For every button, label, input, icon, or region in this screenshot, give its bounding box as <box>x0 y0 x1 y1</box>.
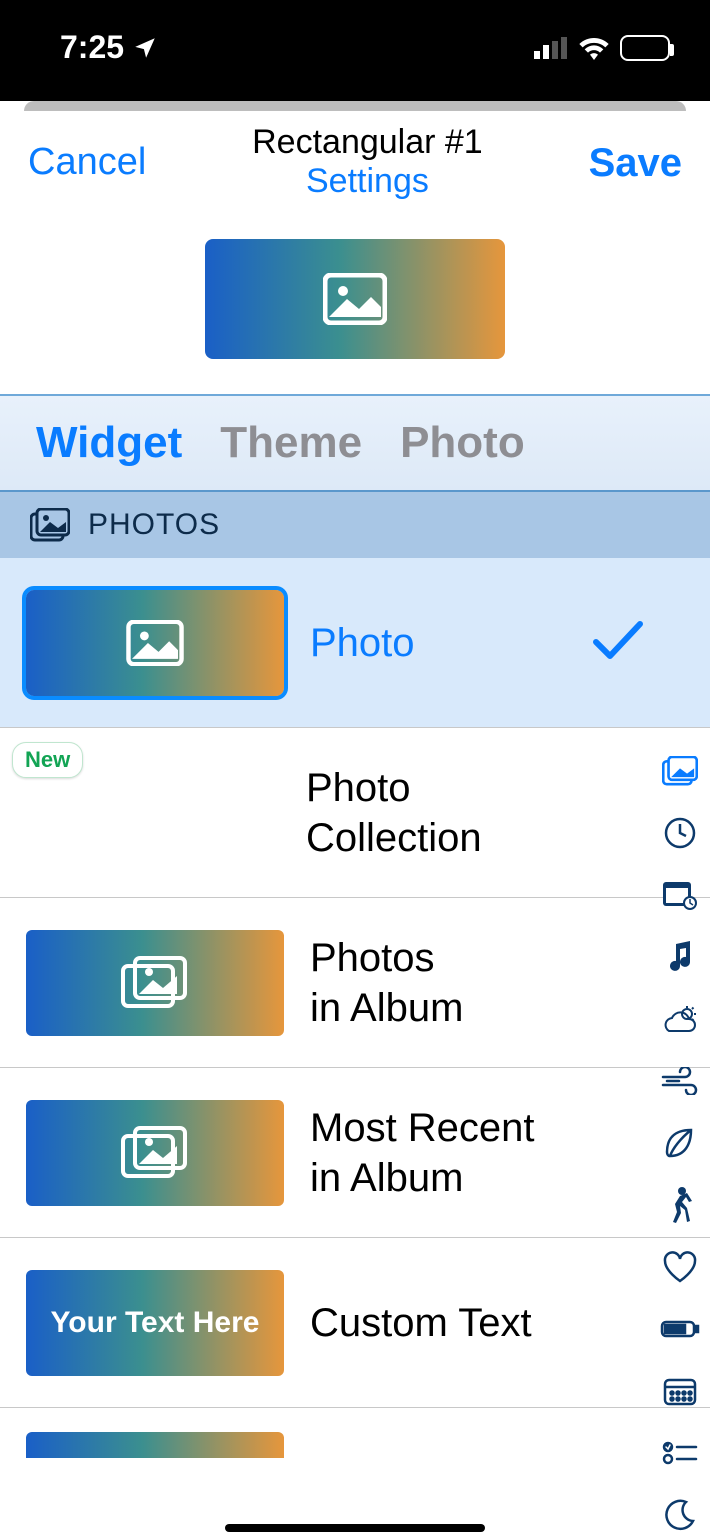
section-header-label: PHOTOS <box>88 508 220 542</box>
thumb-custom-text: Your Text Here <box>26 1270 284 1376</box>
status-time: 7:25 <box>60 29 124 66</box>
status-bar: 7:25 67 <box>0 0 710 95</box>
category-rail <box>656 751 704 1536</box>
thumb-text-label: Your Text Here <box>51 1306 260 1340</box>
thumb-album <box>26 930 284 1036</box>
album-icon <box>121 1126 189 1180</box>
rail-walk-icon[interactable] <box>660 1185 700 1225</box>
rail-battery-icon[interactable] <box>660 1309 700 1349</box>
rail-clock-icon[interactable] <box>660 813 700 853</box>
home-indicator[interactable] <box>225 1524 485 1532</box>
sheet-subtitle[interactable]: Settings <box>146 162 588 201</box>
new-badge: New <box>12 742 83 778</box>
row-label: Photo <box>310 618 415 668</box>
row-photos-in-album[interactable]: Photosin Album <box>0 898 710 1068</box>
rail-wind-icon[interactable] <box>660 1061 700 1101</box>
tab-widget[interactable]: Widget <box>36 418 182 468</box>
battery-level: 67 <box>636 38 655 58</box>
rail-photos-icon[interactable] <box>660 751 700 791</box>
sheet-header: Cancel Rectangular #1 Settings Save <box>0 111 710 209</box>
row-peek[interactable] <box>0 1408 710 1458</box>
rail-music-icon[interactable] <box>660 937 700 977</box>
location-icon <box>132 35 158 61</box>
thumb-recent <box>26 1100 284 1206</box>
row-photo[interactable]: Photo <box>0 558 710 728</box>
row-label: PhotoCollection <box>306 763 482 863</box>
wifi-icon <box>578 36 610 60</box>
rail-calendar-icon[interactable] <box>660 1371 700 1411</box>
row-photo-collection[interactable]: New PhotoCollection <box>0 728 710 898</box>
row-label: Custom Text <box>310 1298 532 1348</box>
tab-theme[interactable]: Theme <box>220 418 362 468</box>
tabs-row: Widget Theme Photo <box>0 394 710 492</box>
section-header-photos: PHOTOS <box>0 492 710 558</box>
rail-leaf-icon[interactable] <box>660 1123 700 1163</box>
rail-weather-icon[interactable] <box>660 999 700 1039</box>
save-button[interactable]: Save <box>589 141 682 186</box>
thumb-photo <box>26 590 284 696</box>
row-label: Most Recentin Album <box>310 1103 535 1203</box>
signal-icon <box>534 37 568 59</box>
checkmark-icon <box>592 618 644 667</box>
image-icon <box>126 620 184 666</box>
thumb-peek <box>26 1432 284 1458</box>
rail-moon-icon[interactable] <box>660 1495 700 1535</box>
battery-icon: 67 <box>620 35 670 61</box>
rail-calendar-clock-icon[interactable] <box>660 875 700 915</box>
tab-photo[interactable]: Photo <box>400 418 525 468</box>
sheet-title: Rectangular #1 <box>146 123 588 162</box>
widget-preview[interactable] <box>205 239 505 359</box>
photos-icon <box>30 508 70 542</box>
album-icon <box>121 956 189 1010</box>
row-label: Photosin Album <box>310 933 463 1033</box>
image-icon <box>323 273 387 325</box>
rail-heart-icon[interactable] <box>660 1247 700 1287</box>
row-custom-text[interactable]: Your Text Here Custom Text <box>0 1238 710 1408</box>
row-most-recent-in-album[interactable]: Most Recentin Album <box>0 1068 710 1238</box>
widget-list: Photo New PhotoCollection Photosin Album <box>0 558 710 1458</box>
settings-sheet: Cancel Rectangular #1 Settings Save Widg… <box>0 111 710 1536</box>
rail-checklist-icon[interactable] <box>660 1433 700 1473</box>
cancel-button[interactable]: Cancel <box>28 141 146 184</box>
